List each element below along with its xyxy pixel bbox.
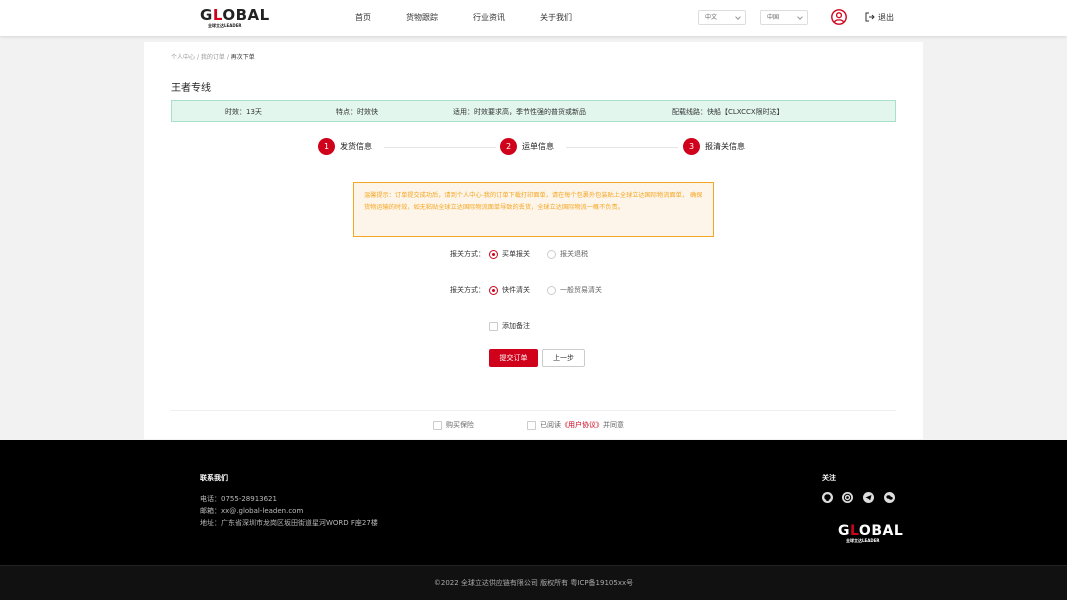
nav-news[interactable]: 行业资讯 (473, 12, 505, 23)
clearance-option-label[interactable]: 快件清关 (502, 285, 530, 295)
nav-about[interactable]: 关于我们 (540, 12, 572, 23)
step-number: 1 (318, 138, 335, 155)
info-timing: 时效：13天 (225, 108, 262, 116)
step-label: 发货信息 (340, 142, 372, 151)
page-title: 王者专线 (171, 83, 211, 94)
declare-option-radio[interactable] (489, 250, 498, 259)
agreement-suffix: 并同意 (603, 421, 624, 429)
agreement-checkbox[interactable] (527, 421, 536, 430)
github-icon[interactable] (822, 492, 833, 503)
breadcrumb-my-orders[interactable]: 我的订单 (201, 54, 225, 61)
footer-address: 地址：广东省深圳市龙岗区坂田街道星河WORD F座27楼 (200, 519, 378, 527)
step-label: 运单信息 (522, 142, 554, 151)
breadcrumb: 个人中心 / 我的订单 / 再次下单 (171, 52, 255, 61)
order-card: 个人中心 / 我的订单 / 再次下单 王者专线 时效：13天 特点：时效快 适用… (144, 42, 923, 439)
user-account-icon[interactable] (831, 9, 847, 25)
country-select[interactable]: 中国 (760, 10, 808, 25)
brand-logo[interactable]: GLOBAL 全球立达LEADER (200, 8, 270, 30)
chrome-icon[interactable] (842, 492, 853, 503)
logout-button[interactable]: 退出 (865, 12, 894, 23)
step-connector (384, 147, 496, 148)
step-shipping-info: 1 发货信息 (318, 138, 372, 156)
step-connector (566, 147, 678, 148)
chat-icon[interactable] (884, 492, 895, 503)
chevron-down-icon (735, 14, 741, 20)
user-agreement-link[interactable]: 《用户协议》 (561, 421, 603, 429)
service-info-bar: 时效：13天 特点：时效快 适用：时效要求高，季节性强的普货或新品 配载线路：快… (171, 100, 896, 122)
add-remark-label[interactable]: 添加备注 (502, 321, 530, 331)
language-select[interactable]: 中文 (698, 10, 746, 25)
footer: 联系我们 电话：0755-28913621 邮箱：xx@.global-lead… (0, 440, 1067, 565)
country-select-value: 中国 (767, 14, 780, 21)
step-label: 报清关信息 (705, 142, 745, 151)
clearance-method-label: 报关方式： (450, 286, 485, 294)
breadcrumb-current: 再次下单 (230, 54, 255, 61)
step-customs-info: 3 报清关信息 (683, 138, 745, 156)
declare-method-row: 报关方式： 买单报关 报关退税 (144, 249, 923, 261)
telegram-icon[interactable] (863, 492, 874, 503)
insurance-checkbox[interactable] (433, 421, 442, 430)
step-waybill-info: 2 运单信息 (500, 138, 554, 156)
footer-follow-title: 关注 (822, 474, 836, 482)
agreement-prefix: 已阅读 (540, 421, 561, 429)
insurance-label[interactable]: 购买保险 (446, 420, 474, 430)
clearance-method-row: 报关方式： 快件清关 一般贸易清关 (144, 285, 923, 297)
breadcrumb-personal-center[interactable]: 个人中心 (171, 54, 195, 61)
footer-phone: 电话：0755-28913621 (200, 495, 277, 503)
footer-contact-title: 联系我们 (200, 474, 228, 482)
logo-wordmark: GLOBAL (200, 6, 270, 24)
nav-tracking[interactable]: 货物跟踪 (406, 12, 438, 23)
clearance-option-radio[interactable] (547, 286, 556, 295)
footer-brand-logo: GLOBAL 全球立达LEADER (838, 524, 903, 543)
step-number: 2 (500, 138, 517, 155)
footer-logo-wordmark: GLOBAL (838, 523, 904, 539)
info-applicable: 适用：时效要求高，季节性强的普货或新品 (453, 108, 586, 116)
logout-icon (865, 12, 875, 22)
section-divider (171, 410, 896, 411)
warm-tip-notice: 温馨提示：订单提交成功后，请到个人中心-我的订单下载打印面单，请在每个包裹外包装… (353, 182, 714, 237)
declare-option-label[interactable]: 买单报关 (502, 249, 530, 259)
top-header: GLOBAL 全球立达LEADER 首页 货物跟踪 行业资讯 关于我们 中文 中… (0, 0, 1067, 36)
logout-label: 退出 (878, 13, 894, 22)
submit-order-button[interactable]: 提交订单 (489, 349, 538, 367)
breadcrumb-separator: / (196, 54, 199, 61)
declare-method-label: 报关方式： (450, 250, 485, 258)
info-feature: 特点：时效快 (336, 108, 378, 116)
footer-email: 邮箱：xx@.global-leaden.com (200, 507, 304, 515)
nav-home[interactable]: 首页 (355, 12, 371, 23)
add-remark-checkbox[interactable] (489, 322, 498, 331)
declare-option-label[interactable]: 报关退税 (560, 249, 588, 259)
chevron-down-icon (797, 14, 803, 20)
breadcrumb-separator: / (226, 54, 229, 61)
copyright-bar: ©2022 全球立达供应链有限公司 版权所有 粤ICP备19105xx号 (0, 565, 1067, 600)
step-number: 3 (683, 138, 700, 155)
clearance-option-radio[interactable] (489, 286, 498, 295)
progress-steps: 1 发货信息 2 运单信息 3 报清关信息 (144, 138, 923, 158)
language-select-value: 中文 (705, 14, 718, 21)
info-route: 配载线路：快船【CLXCCX限时达】 (672, 108, 784, 116)
previous-step-button[interactable]: 上一步 (542, 349, 585, 367)
agreement-text: 已阅读《用户协议》并同意 (540, 420, 624, 430)
clearance-option-label[interactable]: 一般贸易清关 (560, 285, 602, 295)
declare-option-radio[interactable] (547, 250, 556, 259)
copyright-text: ©2022 全球立达供应链有限公司 版权所有 粤ICP备19105xx号 (433, 579, 634, 587)
